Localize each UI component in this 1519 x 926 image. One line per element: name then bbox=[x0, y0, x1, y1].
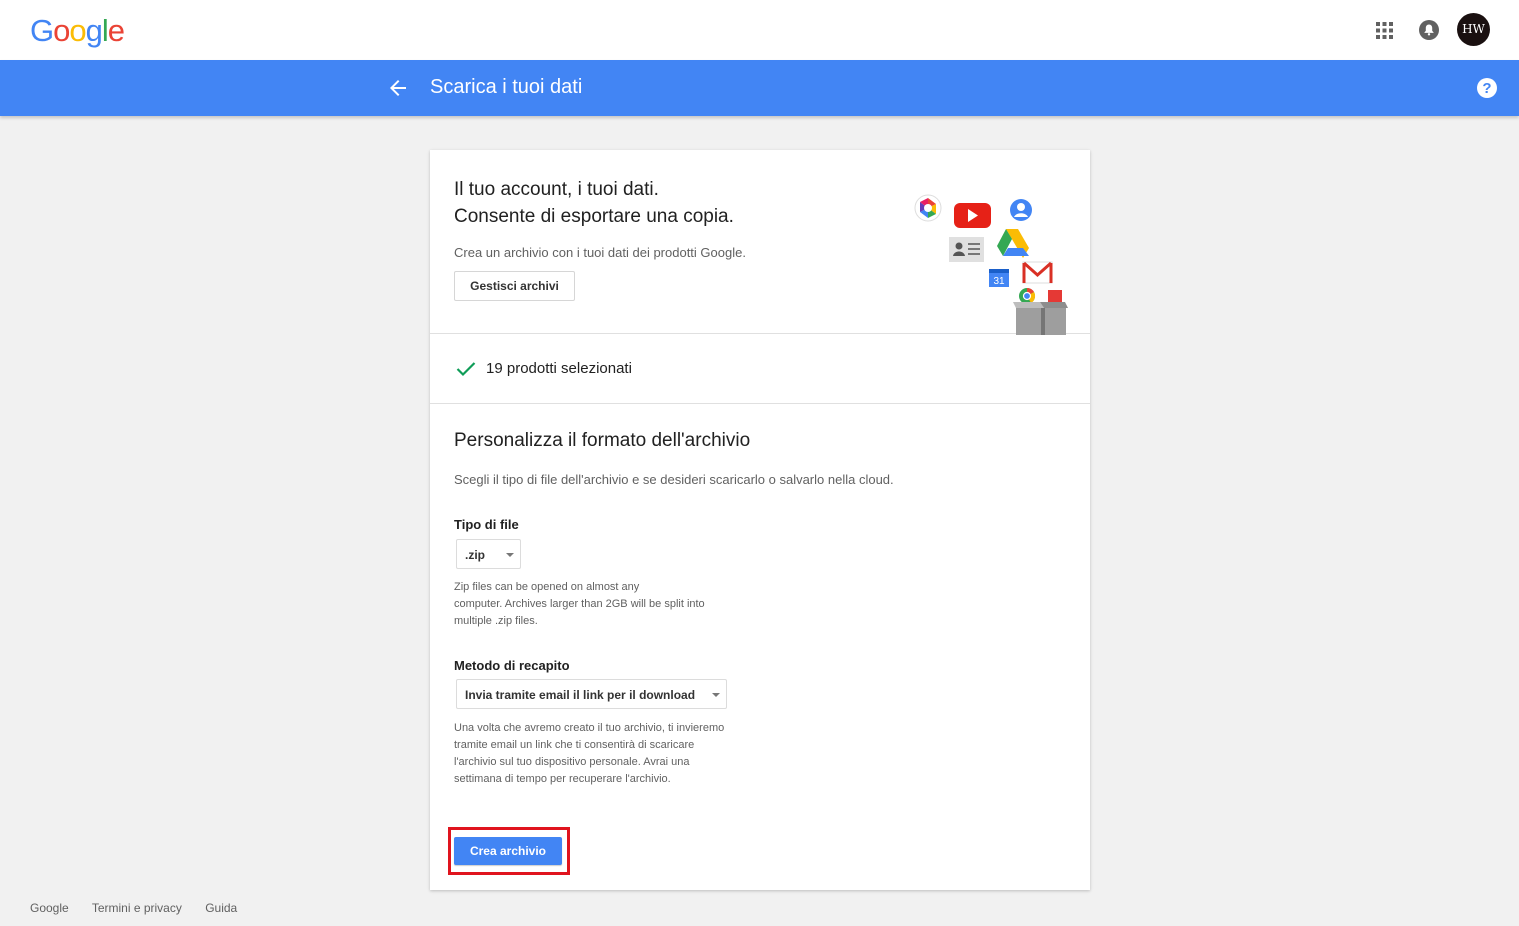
intro-headline: Il tuo account, i tuoi dati. Consente di… bbox=[454, 176, 734, 230]
calendar-icon: 31 bbox=[989, 269, 1009, 287]
footer-link-help[interactable]: Guida bbox=[205, 901, 237, 915]
svg-text:?: ? bbox=[1482, 80, 1491, 97]
takeout-card: Il tuo account, i tuoi dati. Consente di… bbox=[430, 150, 1090, 890]
contacts-icon bbox=[949, 237, 984, 262]
file-type-value: .zip bbox=[465, 548, 485, 562]
delivery-help-line: Una volta che avremo creato il tuo archi… bbox=[454, 722, 725, 734]
delivery-help-line: settimana di tempo per recuperare l'arch… bbox=[454, 773, 671, 785]
logo-letter-g: G bbox=[30, 13, 54, 48]
chrome-icon bbox=[1019, 287, 1036, 304]
products-section[interactable]: 19 prodotti selezionati bbox=[430, 334, 1090, 404]
picasa-icon bbox=[914, 194, 942, 222]
notifications-bell-icon[interactable] bbox=[1419, 20, 1439, 40]
svg-text:31: 31 bbox=[993, 276, 1005, 287]
format-section-title: Personalizza il formato dell'archivio bbox=[454, 430, 751, 451]
footer-link-google[interactable]: Google bbox=[30, 901, 69, 915]
intro-description: Crea un archivio con i tuoi dati dei pro… bbox=[454, 245, 746, 260]
delivery-method-select[interactable]: Invia tramite email il link per il downl… bbox=[456, 679, 727, 709]
products-selected-count: 19 prodotti selezionati bbox=[486, 360, 632, 377]
intro-section: Il tuo account, i tuoi dati. Consente di… bbox=[430, 150, 1090, 335]
title-bar: Scarica i tuoi dati ? bbox=[0, 60, 1519, 116]
delivery-help-line: l'archivio sul tuo dispositivo personale… bbox=[454, 756, 690, 768]
drive-icon bbox=[997, 229, 1029, 258]
file-type-label: Tipo di file bbox=[454, 517, 519, 532]
profile-icon bbox=[1010, 199, 1032, 221]
logo-letter-e: e bbox=[107, 13, 125, 48]
file-type-help-line: computer. Archives larger than 2GB will … bbox=[454, 598, 705, 610]
products-illustration: 31 bbox=[914, 194, 1068, 335]
headline-line-1: Il tuo account, i tuoi dati. bbox=[454, 179, 659, 200]
create-archive-button[interactable]: Crea archivio bbox=[454, 837, 562, 865]
delivery-method-label: Metodo di recapito bbox=[454, 658, 570, 673]
logo-letter-o1: o bbox=[53, 13, 70, 48]
logo-letter-o2: o bbox=[69, 13, 86, 48]
delivery-help-line: tramite email un link che ti consentirà … bbox=[454, 739, 695, 751]
delivery-method-value: Invia tramite email il link per il downl… bbox=[465, 688, 696, 702]
help-icon[interactable]: ? bbox=[1476, 77, 1498, 99]
headline-line-2: Consente di esportare una copia. bbox=[454, 206, 734, 227]
file-type-help: Zip files can be opened on almost any co… bbox=[454, 579, 705, 630]
file-type-select[interactable]: .zip bbox=[456, 539, 521, 569]
top-bar: Google HW bbox=[0, 0, 1519, 60]
account-avatar[interactable]: HW bbox=[1457, 13, 1490, 46]
back-arrow-icon[interactable] bbox=[388, 78, 408, 98]
gmail-icon bbox=[1022, 261, 1053, 284]
page-title: Scarica i tuoi dati bbox=[430, 76, 583, 98]
format-section-description: Scegli il tipo di file dell'archivio e s… bbox=[454, 472, 894, 487]
file-type-help-line: multiple .zip files. bbox=[454, 615, 538, 627]
apps-grid-icon[interactable] bbox=[1376, 22, 1393, 39]
youtube-icon bbox=[954, 203, 991, 228]
dropdown-caret-icon bbox=[506, 553, 514, 557]
file-type-help-line: Zip files can be opened on almost any bbox=[454, 581, 640, 593]
logo-letter-g2: g bbox=[85, 13, 103, 48]
footer-link-terms-privacy[interactable]: Termini e privacy bbox=[92, 901, 182, 915]
check-icon bbox=[456, 362, 476, 377]
manage-archives-button[interactable]: Gestisci archivi bbox=[454, 271, 575, 301]
delivery-method-help: Una volta che avremo creato il tuo archi… bbox=[454, 720, 724, 788]
google-logo[interactable]: Google bbox=[30, 13, 125, 49]
footer: Google Termini e privacy Guida bbox=[30, 901, 257, 915]
dropdown-caret-icon bbox=[712, 693, 720, 697]
